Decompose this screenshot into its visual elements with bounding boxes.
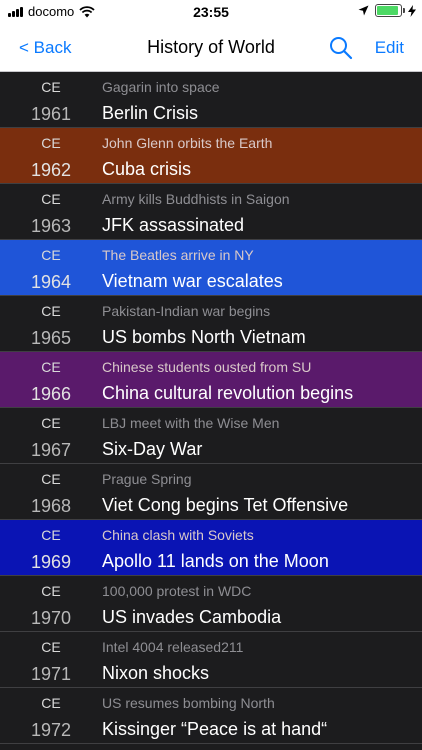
edit-button[interactable]: Edit xyxy=(375,38,404,58)
battery-fill xyxy=(377,6,398,15)
era-label: CE xyxy=(41,359,61,375)
page-title: History of World xyxy=(147,37,275,57)
event-title: Nixon shocks xyxy=(102,663,210,683)
event-subtitle: The Beatles arrive in NY xyxy=(102,247,254,263)
era-label: CE xyxy=(41,639,61,655)
era-label: CE xyxy=(41,191,61,207)
event-subtitle: Pakistan-Indian war begins xyxy=(102,303,271,319)
event-subtitle: Army kills Buddhists in Saigon xyxy=(102,191,290,207)
list-item[interactable]: CE 1961 Gagarin into space Berlin Crisis xyxy=(0,72,422,128)
location-arrow-icon xyxy=(358,5,369,16)
event-list[interactable]: CE 1961 Gagarin into space Berlin Crisis CE 1… xyxy=(0,72,422,750)
list-item[interactable]: CE 1966 Chinese students ousted from SU Chi… xyxy=(0,352,422,408)
year-label: 1962 xyxy=(30,160,72,180)
era-label: CE xyxy=(41,471,61,487)
list-item[interactable]: CE 1969 China clash with Soviets Apollo 11 … xyxy=(0,520,422,576)
year-label: 1972 xyxy=(30,720,72,740)
event-subtitle: Gagarin into space xyxy=(102,79,220,95)
event-title: Kissinger “Peace is at hand“ xyxy=(102,719,328,739)
era-label: CE xyxy=(41,583,61,599)
era-label: CE xyxy=(41,695,61,711)
event-subtitle: John Glenn orbits the Earth xyxy=(102,135,273,151)
list-item[interactable]: CE 1963 Army kills Buddhists in Saigon JFK … xyxy=(0,184,422,240)
event-title: China cultural revolution begins xyxy=(102,383,354,403)
year-label: 1969 xyxy=(30,552,72,572)
list-item[interactable]: CE 1972 US resumes bombing North Kissinger … xyxy=(0,688,422,744)
list-item[interactable]: CE 1970 100,000 protest in WDC US invades C… xyxy=(0,576,422,632)
year-label: 1971 xyxy=(30,664,72,684)
list-item[interactable]: CE 1971 Intel 4004 released211 Nixon shocks xyxy=(0,632,422,688)
status-right xyxy=(358,4,416,17)
event-title: JFK assassinated xyxy=(102,215,245,235)
era-label: CE xyxy=(41,135,61,151)
year-label: 1961 xyxy=(30,104,72,124)
era-label: CE xyxy=(41,415,61,431)
event-subtitle: Chinese students ousted from SU xyxy=(102,359,312,375)
year-label: 1966 xyxy=(30,384,72,404)
event-subtitle: US resumes bombing North xyxy=(102,695,275,711)
event-subtitle: LBJ meet with the Wise Men xyxy=(102,415,280,431)
year-label: 1967 xyxy=(30,440,72,460)
year-label: 1968 xyxy=(30,496,72,516)
era-label: CE xyxy=(41,303,61,319)
search-icon[interactable] xyxy=(328,35,354,61)
event-title: Cuba crisis xyxy=(102,159,192,179)
charging-bolt-icon xyxy=(408,4,416,17)
list-item[interactable]: CE 1964 The Beatles arrive in NY Vietnam wa… xyxy=(0,240,422,296)
event-title: US bombs North Vietnam xyxy=(102,327,306,347)
year-label: 1970 xyxy=(30,608,72,628)
event-subtitle: Intel 4004 released211 xyxy=(102,639,244,655)
list-item[interactable]: CE 1962 John Glenn orbits the Earth Cuba cr… xyxy=(0,128,422,184)
year-label: 1963 xyxy=(30,216,72,236)
event-title: Apollo 11 lands on the Moon xyxy=(102,551,329,571)
event-subtitle: China clash with Soviets xyxy=(102,527,254,543)
list-item[interactable]: CE 1967 LBJ meet with the Wise Men Six-Day … xyxy=(0,408,422,464)
battery-tip xyxy=(403,8,405,13)
list-item[interactable]: CE 1968 Prague Spring Viet Cong begins Tet … xyxy=(0,464,422,520)
era-label: CE xyxy=(41,247,61,263)
navigation-bar: < Back History of World Edit xyxy=(0,24,422,72)
era-label: CE xyxy=(41,527,61,543)
event-title: Vietnam war escalates xyxy=(102,271,283,291)
era-label: CE xyxy=(41,79,61,95)
year-label: 1964 xyxy=(30,272,72,292)
event-subtitle: 100,000 protest in WDC xyxy=(102,583,252,599)
event-subtitle: Prague Spring xyxy=(102,471,192,487)
event-title: Berlin Crisis xyxy=(102,103,199,123)
event-title: US invades Cambodia xyxy=(102,607,282,627)
event-title: Viet Cong begins Tet Offensive xyxy=(102,495,349,515)
status-bar: docomo 23:55 xyxy=(0,0,422,24)
year-label: 1965 xyxy=(30,328,72,348)
list-item[interactable]: CE 1965 Pakistan-Indian war begins US bombs… xyxy=(0,296,422,352)
event-title: Six-Day War xyxy=(102,439,203,459)
battery-icon xyxy=(375,4,405,17)
